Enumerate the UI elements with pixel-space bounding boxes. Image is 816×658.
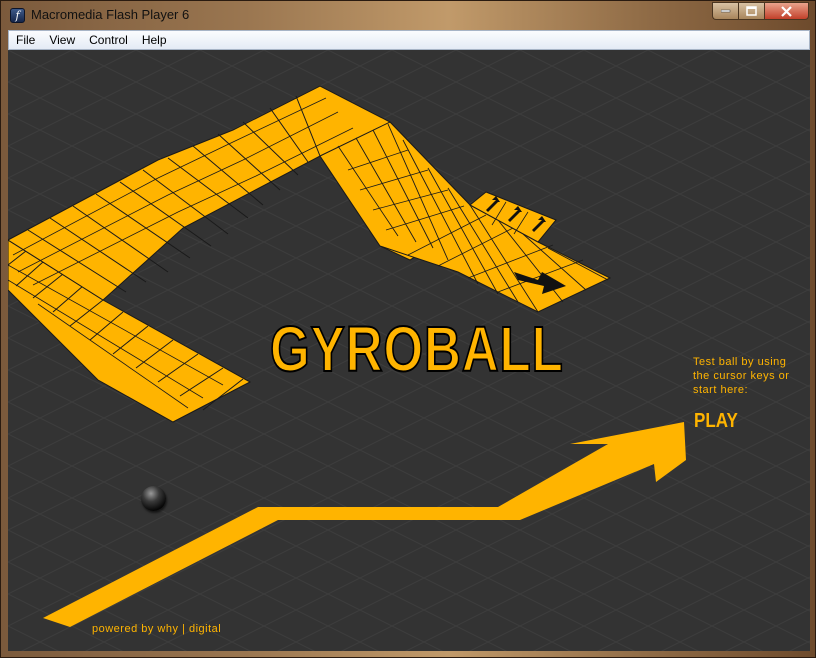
window-controls — [712, 2, 809, 21]
game-title: GYROBALL — [269, 312, 564, 386]
app-window: f Macromedia Flash Player 6 File View Co… — [0, 0, 816, 658]
gyro-ball[interactable] — [141, 486, 166, 511]
menu-control[interactable]: Control — [82, 31, 135, 49]
menu-help[interactable]: Help — [135, 31, 174, 49]
minimize-icon — [720, 9, 730, 13]
menu-view[interactable]: View — [42, 31, 82, 49]
window-title: Macromedia Flash Player 6 — [31, 7, 190, 22]
flash-stage[interactable]: GYROBALL Test ball by using the cursor k… — [8, 50, 810, 651]
play-button[interactable]: PLAY — [694, 410, 738, 433]
play-hint: Test ball by using the cursor keys or st… — [693, 356, 790, 396]
title-bar[interactable]: f Macromedia Flash Player 6 — [1, 1, 815, 29]
menu-bar: File View Control Help — [8, 30, 810, 50]
flash-icon[interactable]: f — [10, 8, 25, 23]
maximize-button[interactable] — [738, 2, 764, 20]
close-button[interactable] — [764, 2, 809, 20]
close-icon — [781, 5, 792, 17]
menu-file[interactable]: File — [9, 31, 42, 49]
minimize-button[interactable] — [712, 2, 738, 20]
maximize-icon — [746, 6, 757, 16]
credit-text[interactable]: powered by why | digital — [92, 623, 221, 635]
